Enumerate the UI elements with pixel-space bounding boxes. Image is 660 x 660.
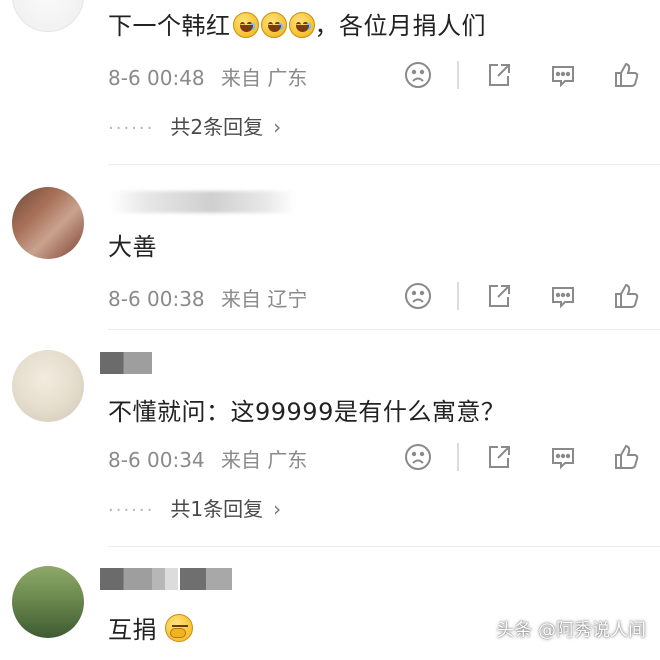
username-blurred (152, 568, 178, 590)
comment-time: 8-6 00:38 (108, 287, 205, 311)
avatar[interactable] (12, 0, 84, 32)
comment-text: 大善 (108, 233, 157, 261)
comment-location: 广东 (267, 66, 308, 90)
action-separator (457, 443, 459, 471)
username-blurred (180, 568, 232, 590)
comment-item: 不懂就问：这99999是有什么寓意？ 8-6 00:34 来自 广东 ·····… (0, 330, 660, 548)
comment-meta: 8-6 00:48 来自 广东 (108, 62, 307, 91)
replies-link[interactable]: ······ 共1条回复 › (108, 493, 281, 522)
comment-location-prefix: 来自 (221, 66, 262, 90)
crying-laughing-emoji-icon (232, 12, 259, 38)
comment-location: 辽宁 (267, 287, 308, 311)
comment-time: 8-6 00:34 (108, 448, 205, 472)
divider (108, 546, 660, 547)
replies-count: 共2条回复 (170, 115, 264, 139)
username-blurred[interactable] (100, 568, 152, 590)
comment-meta: 8-6 00:34 来自 广东 (108, 444, 307, 473)
comment-bubble-icon[interactable] (548, 60, 578, 90)
share-icon[interactable] (484, 60, 514, 90)
avatar[interactable] (12, 566, 84, 638)
action-separator (457, 282, 459, 310)
comment-meta: 8-6 00:38 来自 辽宁 (108, 283, 307, 312)
comment-location-prefix: 来自 (221, 287, 262, 311)
comment-item: 大善 8-6 00:38 来自 辽宁 (0, 165, 660, 330)
comment-bubble-icon[interactable] (548, 442, 578, 472)
frown-face-icon[interactable] (403, 60, 433, 90)
comment-text: 不懂就问：这99999是有什么寓意？ (108, 398, 506, 426)
avatar[interactable] (12, 350, 84, 422)
thumbs-up-icon[interactable] (611, 60, 641, 90)
thumbs-up-icon[interactable] (611, 281, 641, 311)
action-separator (457, 61, 459, 89)
comment-item: 下一个韩红 ，各位月捐人们 8-6 00:48 来自 广东 ······ 共2条回复… (0, 0, 660, 165)
frown-face-icon[interactable] (403, 442, 433, 472)
comment-time: 8-6 00:48 (108, 66, 205, 90)
comment-text: 互捐 (108, 610, 193, 645)
replies-dots: ······ (108, 118, 155, 139)
chevron-right-icon: › (273, 115, 282, 139)
frown-face-icon[interactable] (403, 281, 433, 311)
comment-location-prefix: 来自 (221, 448, 262, 472)
replies-count: 共1条回复 (170, 497, 264, 521)
comment-location: 广东 (267, 448, 308, 472)
thinking-face-emoji-icon (165, 614, 193, 642)
share-icon[interactable] (484, 281, 514, 311)
share-icon[interactable] (484, 442, 514, 472)
replies-dots: ······ (108, 500, 155, 521)
watermark: 头条 @阿秀说人间 (496, 620, 646, 641)
crying-laughing-emoji-icon (260, 12, 287, 38)
comment-text: 下一个韩红 ，各位月捐人们 (108, 12, 486, 40)
crying-laughing-emoji-icon (288, 12, 315, 38)
comment-item: 互捐 (0, 548, 660, 660)
username-blurred[interactable] (100, 352, 152, 374)
replies-link[interactable]: ······ 共2条回复 › (108, 111, 281, 140)
username-blurred[interactable] (110, 191, 295, 213)
comment-bubble-icon[interactable] (548, 281, 578, 311)
avatar[interactable] (12, 187, 84, 259)
chevron-right-icon: › (273, 497, 282, 521)
thumbs-up-icon[interactable] (611, 442, 641, 472)
